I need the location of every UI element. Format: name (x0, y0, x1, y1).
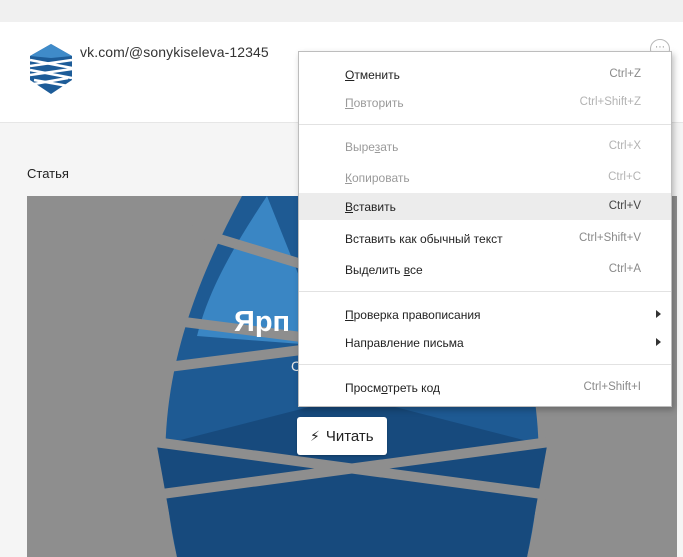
menu-item-label: Вставить (345, 200, 396, 214)
lightning-icon: ⚡ (310, 427, 320, 444)
menu-item-shortcut: Ctrl+Shift+I (583, 381, 641, 393)
section-label: Статья (27, 166, 69, 181)
menu-item-shortcut: Ctrl+C (608, 171, 641, 183)
menu-item-redo[interactable]: Повторить Ctrl+Shift+Z (299, 89, 671, 116)
site-logo-icon (29, 44, 73, 94)
menu-item-label: Вставить как обычный текст (345, 232, 503, 246)
article-title: Ярп (234, 306, 291, 338)
menu-item-shortcut: Ctrl+X (608, 140, 641, 152)
menu-item-inspect[interactable]: Просмотреть код Ctrl+Shift+I (299, 374, 671, 401)
menu-item-label: Просмотреть код (345, 381, 440, 395)
menu-item-shortcut: Ctrl+Z (609, 68, 641, 80)
menu-item-shortcut: Ctrl+Shift+Z (579, 96, 641, 108)
menu-item-copy[interactable]: Копировать Ctrl+C (299, 164, 671, 191)
page-url[interactable]: vk.com/@sonykiseleva-12345 (80, 44, 269, 60)
context-menu: Отменить Ctrl+Z Повторить Ctrl+Shift+Z В… (298, 51, 672, 407)
menu-item-paste-plain[interactable]: Вставить как обычный текст Ctrl+Shift+V (299, 225, 671, 252)
menu-item-select-all[interactable]: Выделить все Ctrl+A (299, 256, 671, 283)
menu-item-label: Повторить (345, 96, 404, 110)
menu-separator (299, 124, 671, 125)
menu-separator (299, 364, 671, 365)
menu-item-shortcut: Ctrl+V (608, 200, 641, 212)
menu-item-undo[interactable]: Отменить Ctrl+Z (299, 61, 671, 88)
menu-item-label: Отменить (345, 68, 400, 82)
menu-item-label: Проверка правописания (345, 308, 481, 322)
menu-item-cut[interactable]: Вырезать Ctrl+X (299, 133, 671, 160)
menu-separator (299, 291, 671, 292)
menu-item-spellcheck[interactable]: Проверка правописания (299, 301, 671, 328)
top-strip (0, 0, 683, 22)
menu-item-shortcut: Ctrl+A (608, 263, 641, 275)
menu-item-label: Вырезать (345, 140, 399, 154)
menu-item-label: Копировать (345, 171, 410, 185)
read-button[interactable]: ⚡ Читать (297, 417, 387, 455)
menu-item-writing-direction[interactable]: Направление письма (299, 329, 671, 356)
submenu-arrow-icon (656, 310, 661, 318)
menu-item-shortcut: Ctrl+Shift+V (579, 232, 641, 244)
submenu-arrow-icon (656, 338, 661, 346)
read-button-label: Читать (325, 427, 374, 445)
menu-item-label: Направление письма (345, 336, 464, 350)
menu-item-paste[interactable]: Вставить Ctrl+V (299, 193, 671, 220)
menu-item-label: Выделить все (345, 263, 423, 277)
